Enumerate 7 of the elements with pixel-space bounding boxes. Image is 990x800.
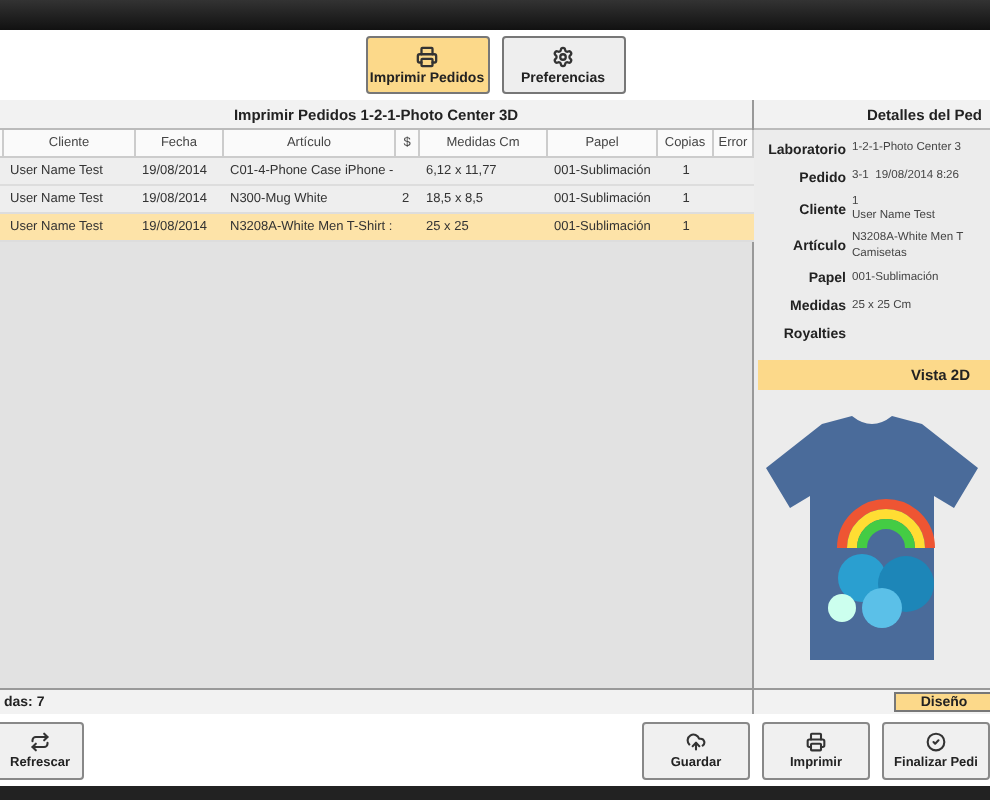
table-cell [714, 214, 754, 242]
refresh-icon [30, 731, 50, 751]
check-circle-icon [926, 731, 946, 751]
printer-icon [806, 731, 826, 751]
cloud-upload-icon [686, 731, 706, 751]
printer-icon [416, 45, 438, 67]
settings-icon [552, 45, 574, 67]
